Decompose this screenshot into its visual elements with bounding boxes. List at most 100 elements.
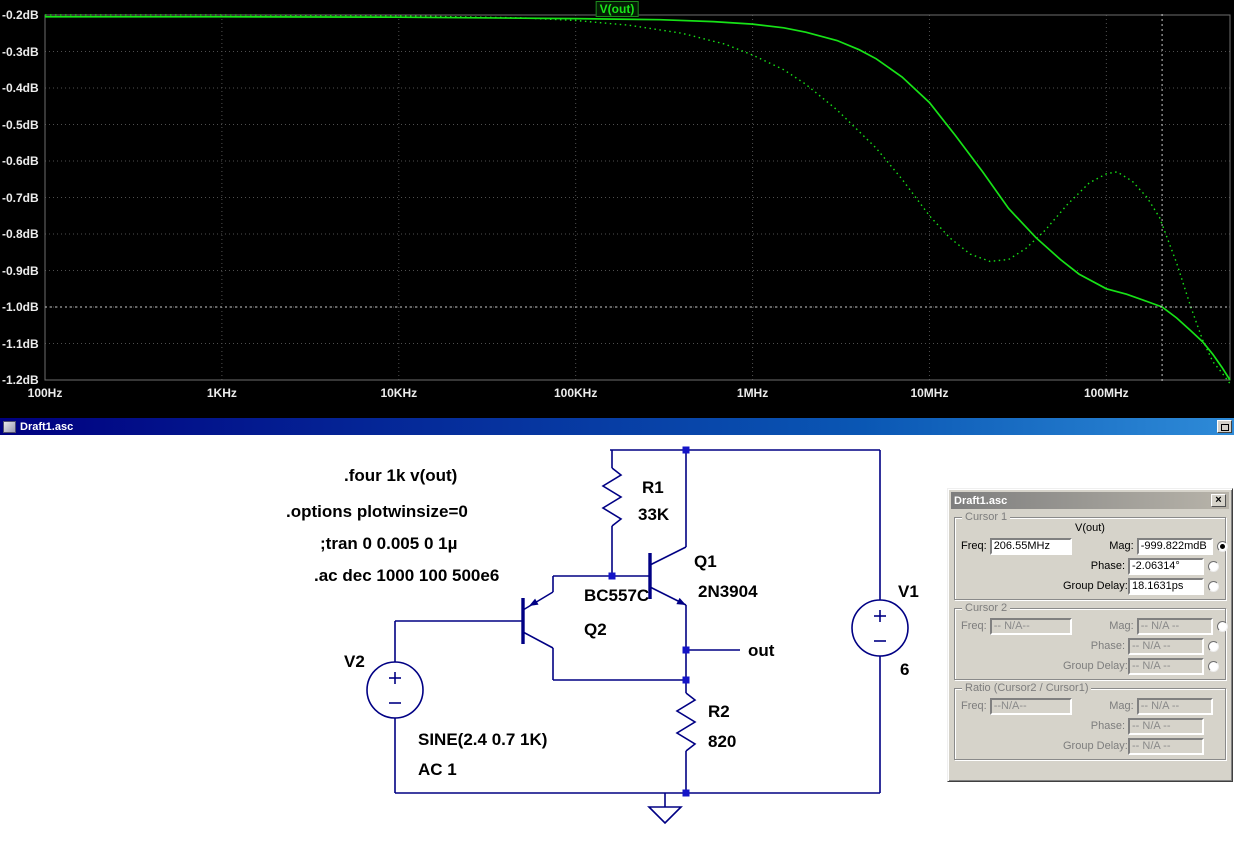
ratio-mag-value [1136, 697, 1213, 715]
r2-value-label[interactable]: 820 [708, 732, 736, 751]
plot-grid [45, 14, 1230, 381]
q2-value-label[interactable]: BC557C [584, 586, 649, 605]
waveform-plot-pane[interactable]: V(out) -0.2dB -0.3dB -0.4dB -0.5dB -0.6dB -0.… [0, 0, 1234, 418]
x-axis-tick-label: 1MHz [736, 386, 769, 400]
y-axis-tick-label: -0.3dB [2, 44, 39, 59]
transistor-q1[interactable] [648, 546, 687, 606]
cursor1-freq-value[interactable] [989, 537, 1072, 555]
dialog-titlebar[interactable]: Draft1.asc × [951, 492, 1229, 509]
ratio-mag-label: Mag: [1109, 700, 1134, 712]
cursor1-group-delay-radio[interactable] [1208, 580, 1219, 592]
cursor1-mag-value[interactable] [1136, 537, 1213, 555]
y-axis-tick-label: -1.2dB [2, 373, 39, 387]
ratio-group-delay-label: Group Delay: [1063, 740, 1128, 752]
x-axis-tick-label: 1KHz [206, 386, 237, 400]
r1-value-label[interactable]: 33K [638, 505, 670, 524]
cursor1-freq-label: Freq: [961, 540, 987, 552]
cursor1-group: Cursor 1 V(out) Freq: Mag: Phase: [954, 511, 1228, 600]
ratio-phase-value [1128, 717, 1204, 735]
cursor2-group-delay-radio[interactable] [1208, 660, 1219, 672]
ratio-group-delay-row: Group Delay: [961, 736, 1219, 756]
v1-ref-label[interactable]: V1 [898, 582, 919, 601]
q1-value-label[interactable]: 2N3904 [698, 582, 758, 601]
cursor1-group-delay-value[interactable] [1128, 577, 1204, 595]
cursor2-freq-mag-row: Freq: Mag: [961, 616, 1228, 636]
y-axis-tick-label: -0.4dB [2, 81, 39, 95]
plot-canvas[interactable] [0, 0, 1234, 418]
cursor1-freq-mag-row: Freq: Mag: [961, 536, 1228, 556]
v1-value-label[interactable]: 6 [900, 660, 909, 679]
plot-traces [45, 14, 1231, 385]
cursor1-phase-row: Phase: [961, 556, 1219, 576]
cursor1-mag-label: Mag: [1109, 540, 1134, 552]
ground-symbol[interactable] [647, 806, 683, 825]
ratio-group: Ratio (Cursor2 / Cursor1) Freq: Mag: Pha… [954, 682, 1226, 760]
schematic-window-title: Draft1.asc [20, 420, 74, 433]
trace-dotted [45, 14, 1231, 385]
cursor2-phase-value [1128, 637, 1204, 655]
component-labels: R1 33K Q1 2N3904 BC557C Q2 out R2 820 V1… [344, 478, 919, 779]
ratio-phase-label: Phase: [1090, 720, 1125, 732]
cursor2-mag-label: Mag: [1109, 620, 1134, 632]
r1-ref-label[interactable]: R1 [642, 478, 664, 497]
x-axis-tick-label: 100KHz [553, 386, 598, 400]
cursor2-mag-radio[interactable] [1216, 620, 1228, 632]
cursor2-freq-label: Freq: [961, 620, 987, 632]
dialog-close-button[interactable]: × [1211, 494, 1226, 507]
restore-icon [1221, 424, 1229, 431]
y-axis-tick-label: -1.0dB [2, 300, 39, 314]
dialog-title: Draft1.asc [954, 494, 1008, 507]
resistor-r1[interactable] [601, 467, 623, 527]
directive-tran[interactable]: ;tran 0 0.005 0 1µ [320, 534, 457, 553]
y-axis-tick-label: -0.8dB [2, 227, 39, 241]
v2-ac-label[interactable]: AC 1 [418, 760, 457, 779]
v2-value-label[interactable]: SINE(2.4 0.7 1K) [418, 730, 547, 749]
directive-ac[interactable]: .ac dec 1000 100 500e6 [314, 566, 499, 585]
transistor-q2[interactable] [521, 591, 554, 649]
x-axis-tick-label: 100MHz [1084, 386, 1129, 400]
voltage-source-v1[interactable] [851, 599, 909, 657]
spice-directives[interactable]: .four 1k v(out) .options plotwinsize=0 ;… [286, 466, 499, 585]
titlebar-restore-button[interactable] [1217, 420, 1232, 433]
r2-ref-label[interactable]: R2 [708, 702, 730, 721]
q1-ref-label[interactable]: Q1 [694, 552, 717, 571]
cursor2-group-delay-value [1128, 657, 1204, 675]
junction-nodes [608, 446, 690, 797]
schematic-titlebar[interactable]: Draft1.asc [0, 418, 1234, 435]
cursor2-mag-value [1136, 617, 1213, 635]
cursor2-phase-label: Phase: [1090, 640, 1125, 652]
y-axis-tick-label: -0.9dB [2, 263, 39, 278]
trace-label-vout[interactable]: V(out) [595, 1, 639, 17]
cursor1-group-label: Cursor 1 [962, 511, 1011, 523]
cursor2-group-delay-label: Group Delay: [1063, 660, 1128, 672]
ratio-freq-value [989, 697, 1072, 715]
cursor2-group-delay-row: Group Delay: [961, 656, 1219, 676]
directive-options[interactable]: .options plotwinsize=0 [286, 502, 468, 521]
cursor1-phase-radio[interactable] [1208, 560, 1219, 572]
x-axis-tick-label: 10MHz [910, 386, 949, 400]
cursor2-group-label: Cursor 2 [962, 602, 1011, 614]
cursor1-phase-value[interactable] [1128, 557, 1204, 575]
cursor2-freq-value [989, 617, 1072, 635]
ratio-phase-row: Phase: [961, 716, 1219, 736]
cursor1-group-delay-label: Group Delay: [1063, 580, 1128, 592]
v2-ref-label[interactable]: V2 [344, 652, 365, 671]
cursor1-group-delay-row: Group Delay: [961, 576, 1219, 596]
y-axis-tick-label: -0.5dB [2, 117, 39, 132]
cursor1-mag-radio[interactable] [1216, 540, 1228, 552]
cursor2-phase-radio[interactable] [1208, 640, 1219, 652]
voltage-source-v2[interactable] [366, 661, 424, 719]
cursor2-group: Cursor 2 Freq: Mag: Phase: Gr [954, 602, 1228, 680]
ratio-group-label: Ratio (Cursor2 / Cursor1) [962, 682, 1092, 694]
net-label-out[interactable]: out [748, 641, 775, 660]
ratio-freq-mag-row: Freq: Mag: [961, 696, 1219, 716]
y-axis-tick-label: -0.7dB [2, 190, 39, 205]
cursor1-trace-name: V(out) [1075, 522, 1105, 534]
y-axis-tick-label: -0.6dB [2, 154, 39, 168]
directive-four[interactable]: .four 1k v(out) [344, 466, 457, 485]
y-axis-tick-label: -1.1dB [2, 336, 39, 351]
y-axis-tick-label: -0.2dB [2, 8, 39, 22]
resistor-r2[interactable] [675, 692, 697, 752]
cursor1-phase-label: Phase: [1090, 560, 1125, 572]
q2-ref-label[interactable]: Q2 [584, 620, 607, 639]
